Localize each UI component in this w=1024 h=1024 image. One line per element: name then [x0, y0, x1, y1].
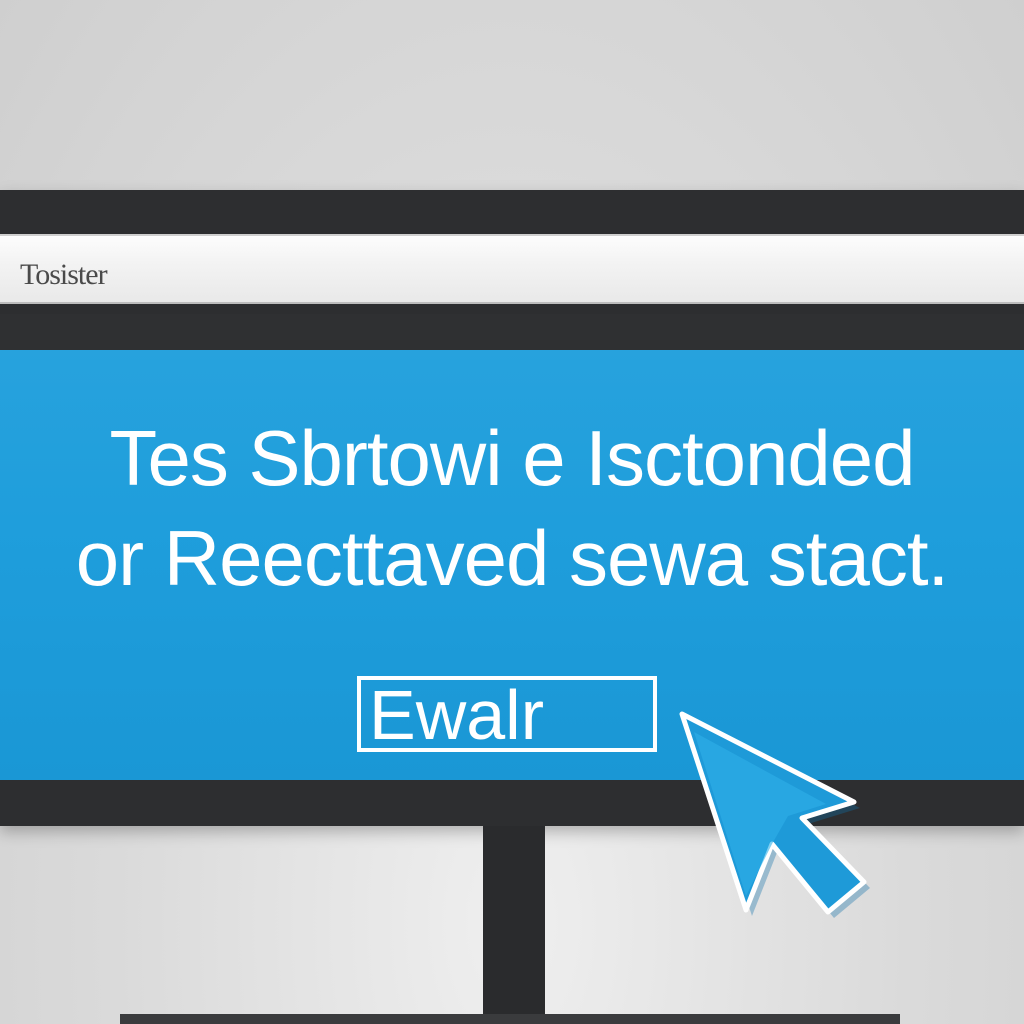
dialog-message-line-1: Tes Sbrtowi e Isctonded	[109, 414, 915, 502]
dialog-message-line-2: or Reecttaved sewa stact.	[75, 514, 949, 602]
dialog-message: Tes Sbrtowi e Isctonded or Reecttaved se…	[0, 408, 1024, 608]
dialog-action-button[interactable]: Ewalr	[357, 676, 657, 752]
mouse-pointer-icon	[679, 711, 870, 918]
window-title: Tosister	[20, 258, 108, 291]
window-title-bar[interactable]: Tosister	[0, 234, 1024, 304]
monitor-stand	[483, 826, 545, 1024]
monitor-stand-base	[120, 1014, 900, 1024]
window-frame-bar	[0, 314, 1024, 350]
